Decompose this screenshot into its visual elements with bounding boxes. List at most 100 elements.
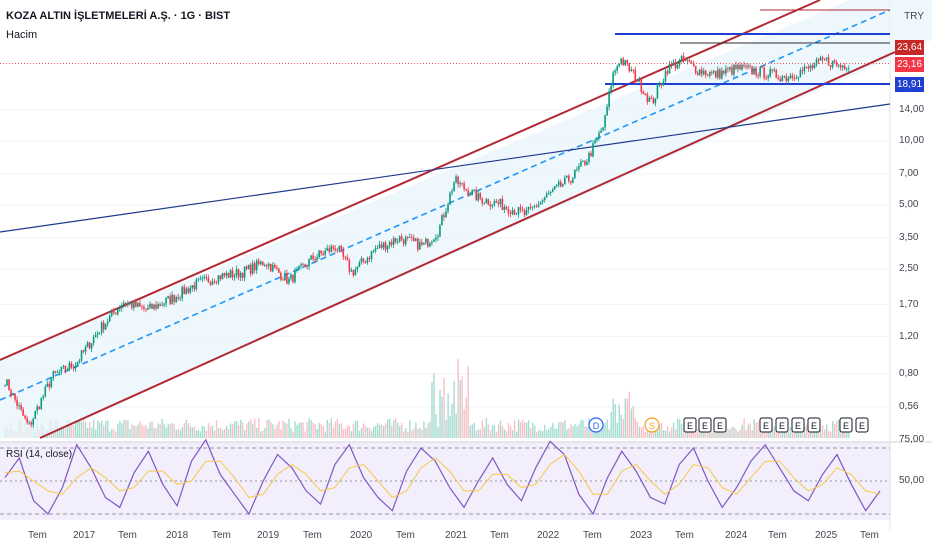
candle-body (487, 199, 490, 205)
earnings-icon[interactable]: E (775, 417, 789, 433)
chart-canvas[interactable]: DSEEEEEEEEE (0, 0, 932, 550)
volume-bar (233, 421, 236, 438)
symbol-title[interactable]: KOZA ALTIN İŞLETMELERİ A.Ş. · 1G · BIST (6, 10, 230, 22)
candle-body (640, 78, 643, 92)
candle-body (225, 273, 228, 276)
candle-body (616, 66, 618, 71)
candle-body (388, 242, 391, 246)
candle-body (515, 213, 518, 215)
volume-bar (248, 421, 250, 438)
candle-body (608, 91, 610, 107)
candle-body (259, 261, 262, 265)
candle-body (8, 379, 10, 391)
volume-bar (437, 427, 439, 438)
candle-body (795, 78, 798, 79)
volume-bar (471, 424, 473, 438)
candle-body (537, 204, 540, 207)
volume-bar (676, 418, 679, 438)
earnings-icon[interactable]: E (683, 417, 697, 433)
earnings-icon[interactable]: E (791, 417, 805, 433)
candle-body (14, 393, 16, 400)
volume-bar (316, 428, 318, 438)
candle-body (574, 169, 576, 179)
earnings-icon[interactable]: E (855, 417, 869, 433)
volume-bar (789, 427, 792, 438)
candle-body (203, 276, 206, 278)
volume-bar (235, 421, 238, 438)
candle-body (74, 365, 77, 369)
candle-body (449, 192, 451, 205)
candle-body (376, 248, 379, 249)
candle-body (646, 94, 649, 102)
candle-body (147, 307, 149, 310)
candle-body (40, 398, 43, 410)
volume-bar (737, 431, 739, 438)
volume-bar (608, 429, 610, 438)
volume-bar (739, 429, 741, 438)
candle-body (809, 65, 812, 69)
candle-body (630, 69, 633, 72)
volume-bar (580, 419, 582, 438)
candle-body (177, 296, 179, 299)
volume-bar (521, 419, 524, 438)
earnings-icon[interactable]: E (759, 417, 773, 433)
candle-body (247, 264, 250, 269)
volume-bar (487, 424, 490, 438)
volume-bar (372, 426, 375, 438)
earnings-icon[interactable]: E (713, 417, 727, 433)
earnings-icon[interactable]: E (839, 417, 853, 433)
volume-bar (662, 430, 665, 438)
volume-legend[interactable]: Hacim (6, 29, 37, 41)
volume-bar (429, 421, 431, 438)
candle-body (725, 68, 727, 74)
candle-body (721, 70, 723, 79)
earnings-icon[interactable]: E (698, 417, 712, 433)
rsi-legend[interactable]: RSI (14, close) (6, 449, 72, 460)
candle-body (237, 269, 240, 278)
candle-body (191, 285, 194, 288)
volume-bar (187, 422, 190, 438)
volume-bar (509, 425, 512, 438)
dividend-icon[interactable]: D (588, 417, 604, 433)
split-icon[interactable]: S (644, 417, 660, 433)
volume-bar (153, 427, 155, 438)
volume-bar (310, 420, 312, 438)
candle-body (336, 250, 339, 251)
candle-body (823, 59, 826, 61)
candle-body (787, 78, 790, 81)
volume-bar (322, 425, 324, 438)
candle-body (157, 304, 159, 309)
candle-body (221, 273, 224, 280)
volume-bar (546, 430, 548, 438)
candle-body (769, 69, 771, 77)
candle-body (662, 81, 665, 86)
event-marker-label: E (687, 421, 693, 431)
volume-bar (497, 424, 500, 438)
candle-body (290, 274, 292, 279)
candle-body (32, 418, 34, 425)
volume-bar (825, 424, 828, 438)
volume-bar (644, 431, 647, 438)
candle-body (789, 75, 792, 79)
volume-bar (495, 431, 498, 438)
volume-bar (348, 425, 351, 438)
currency-label[interactable]: TRY (904, 11, 924, 22)
volume-bar (751, 430, 753, 438)
volume-bar (417, 428, 419, 438)
candle-body (231, 270, 234, 278)
candle-body (793, 77, 796, 79)
volume-bar (183, 423, 186, 438)
volume-bar (523, 422, 526, 438)
candle-body (704, 70, 707, 76)
candle-body (80, 350, 83, 361)
candle-body (700, 69, 703, 75)
earnings-icon[interactable]: E (807, 417, 821, 433)
candle-body (392, 238, 395, 245)
volume-bar (346, 425, 349, 438)
candle-body (64, 365, 67, 371)
volume-bar (209, 426, 212, 438)
candle-body (368, 257, 371, 259)
candle-body (511, 210, 514, 215)
volume-bar (177, 429, 179, 438)
volume-bar (622, 418, 624, 438)
